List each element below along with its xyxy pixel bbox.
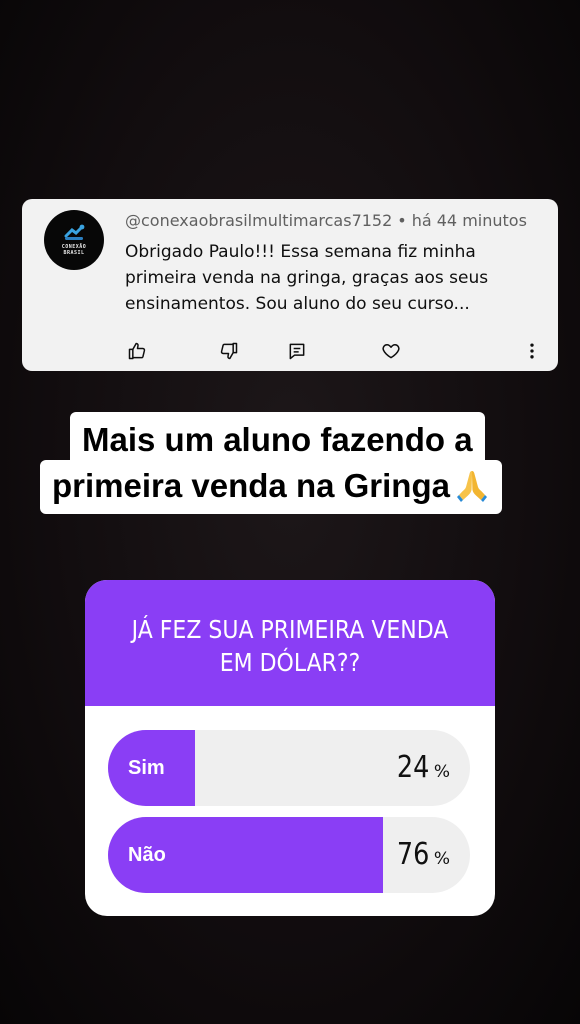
caption-line-2: primeira venda na Gringa — [40, 460, 502, 514]
reply-icon — [289, 343, 305, 360]
poll-option-label: Não — [128, 844, 166, 866]
story-screen: CONEXÃO BRASIL @conexaobrasilmultimarcas… — [0, 0, 580, 1024]
poll-option-sim[interactable]: Sim 24% — [108, 730, 470, 806]
poll-header: JÁ FEZ SUA PRIMEIRA VENDA EM DÓLAR?? — [85, 580, 495, 706]
poll-sticker: JÁ FEZ SUA PRIMEIRA VENDA EM DÓLAR?? Sim… — [85, 580, 495, 916]
poll-question: JÁ FEZ SUA PRIMEIRA VENDA EM DÓLAR?? — [131, 615, 449, 677]
heart-button[interactable] — [379, 339, 403, 363]
avatar-logo-text: CONEXÃO BRASIL — [61, 244, 87, 256]
like-button[interactable] — [125, 339, 149, 363]
thumbs-down-icon — [220, 342, 238, 360]
dislike-button[interactable] — [217, 339, 241, 363]
poll-option-label: Sim — [128, 757, 165, 779]
youtube-comment-card: CONEXÃO BRASIL @conexaobrasilmultimarcas… — [22, 199, 558, 371]
poll-option-nao[interactable]: Não 76% — [108, 817, 470, 893]
reply-button[interactable] — [285, 339, 309, 363]
meta-separator: • — [397, 211, 407, 230]
avatar[interactable]: CONEXÃO BRASIL — [44, 210, 104, 270]
heart-icon — [382, 344, 400, 359]
comment-text: Obrigado Paulo!!! Essa semana fiz minha … — [125, 242, 489, 314]
comment-time: há 44 minutos — [411, 211, 527, 230]
conexao-brasil-logo-icon — [64, 224, 85, 240]
poll-option-percent: 76% — [396, 837, 450, 872]
comment-meta: @conexaobrasilmultimarcas7152 • há 44 minu… — [125, 211, 527, 230]
caption-line-2-text: primeira venda na Gringa — [52, 467, 450, 504]
praying-hands-icon — [456, 471, 487, 503]
caption-line-1: Mais um aluno fazendo a — [70, 412, 485, 466]
comment-username[interactable]: @conexaobrasilmultimarcas7152 — [125, 211, 392, 230]
more-options-button[interactable] — [520, 339, 544, 363]
thumbs-up-icon — [128, 342, 146, 360]
poll-option-percent: 24% — [396, 750, 450, 785]
more-vert-icon — [530, 343, 534, 359]
